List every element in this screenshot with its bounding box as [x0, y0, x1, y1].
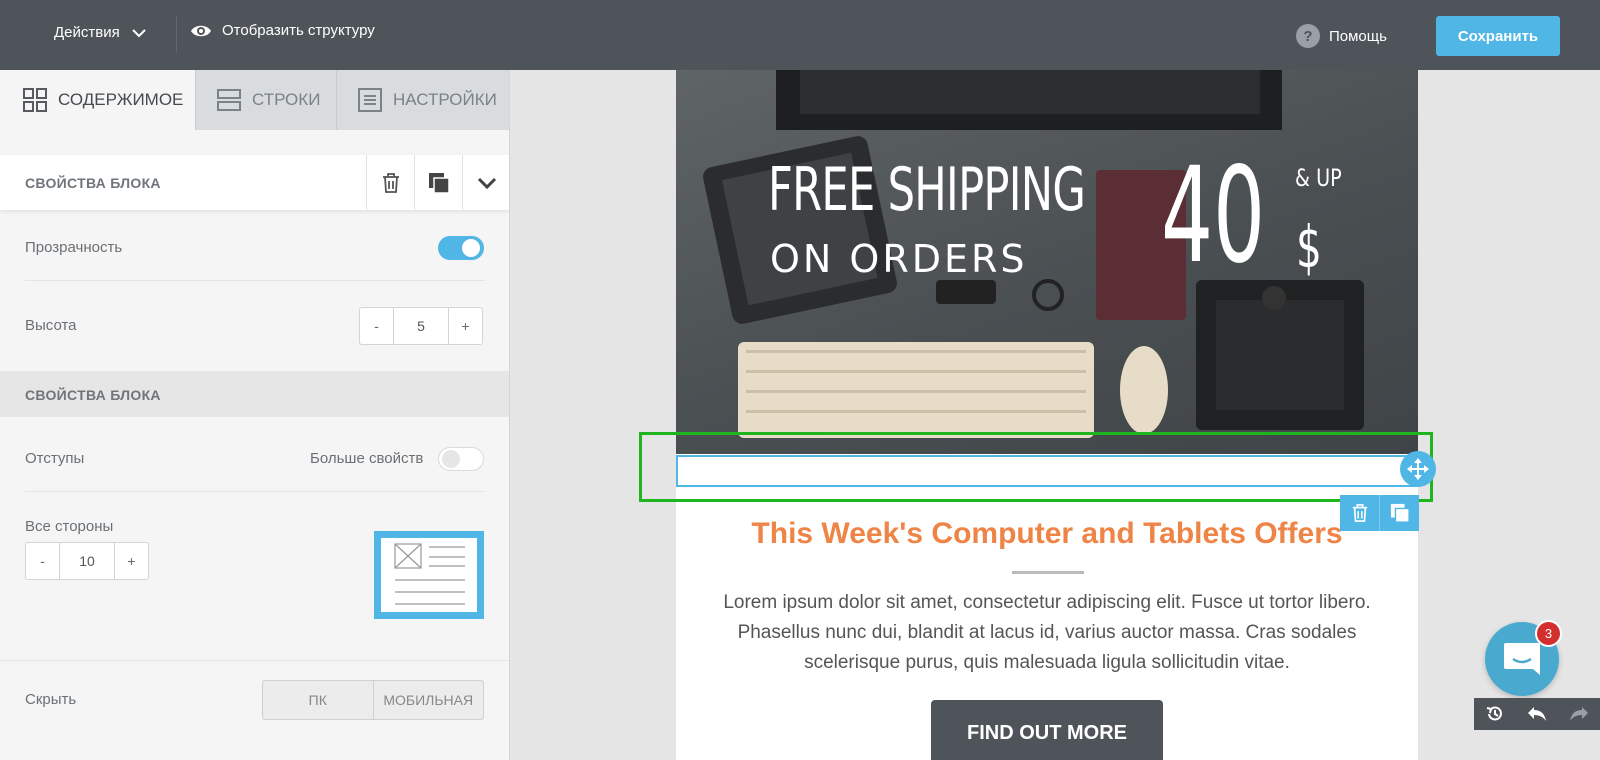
- hero-amount: 40: [1161, 139, 1266, 293]
- trash-icon: [1352, 504, 1367, 522]
- chat-unread-badge: 3: [1535, 620, 1562, 647]
- tab-settings[interactable]: НАСТРОЙКИ: [336, 70, 509, 130]
- padding-decrement-button[interactable]: -: [26, 543, 59, 579]
- toggle-knob: [462, 239, 480, 257]
- top-toolbar: Действия Отобразить структуру ? Помощь С…: [0, 0, 1600, 70]
- redo-button[interactable]: [1558, 698, 1600, 730]
- properties-panel: СОДЕРЖИМОЕ СТРОКИ НАСТРОЙКИ СВОЙСТВА БЛО…: [0, 70, 510, 760]
- hero-suffix: & UP: [1295, 164, 1342, 192]
- padding-preview-icon: [394, 543, 465, 605]
- padding-increment-button[interactable]: +: [115, 543, 148, 579]
- redo-icon: [1570, 707, 1588, 721]
- hero-currency: $: [1296, 213, 1322, 281]
- divider: [25, 491, 485, 492]
- hero-line-2: ON ORDERS: [770, 237, 1028, 281]
- hide-label: Скрыть: [25, 691, 77, 708]
- undo-button[interactable]: [1516, 698, 1558, 730]
- trash-icon: [382, 172, 399, 193]
- editor-canvas: FREE SHIPPING ON ORDERS 40 $ & UP This W…: [535, 70, 1600, 760]
- show-structure-label: Отобразить структуру: [222, 22, 375, 39]
- move-block-handle[interactable]: [1400, 451, 1436, 487]
- more-properties-label: Больше свойств: [310, 450, 424, 467]
- block-properties-header: СВОЙСТВА БЛОКА: [0, 155, 509, 210]
- height-decrement-button[interactable]: -: [360, 308, 393, 344]
- hide-desktop-option[interactable]: ПК: [263, 681, 373, 719]
- duplicate-icon: [1390, 503, 1410, 523]
- tab-content[interactable]: СОДЕРЖИМОЕ: [0, 70, 195, 130]
- hero-line-1: FREE SHIPPING: [768, 155, 1086, 225]
- title-divider: [1012, 571, 1084, 574]
- rows-icon: [217, 89, 241, 111]
- canvas-delete-button[interactable]: [1340, 495, 1379, 531]
- canvas-duplicate-button[interactable]: [1379, 495, 1419, 531]
- save-button[interactable]: Сохранить: [1436, 16, 1560, 56]
- help-icon: ?: [1296, 24, 1320, 48]
- actions-menu-button[interactable]: Действия: [54, 24, 146, 41]
- chat-icon: [1504, 643, 1540, 675]
- duplicate-block-button[interactable]: [414, 155, 462, 210]
- tab-settings-label: НАСТРОЙКИ: [393, 90, 497, 109]
- chevron-down-icon: [477, 177, 496, 189]
- block-properties-title: СВОЙСТВА БЛОКА: [25, 175, 161, 191]
- panel-tabs: СОДЕРЖИМОЕ СТРОКИ НАСТРОЙКИ: [0, 70, 509, 130]
- padding-label: Отступы: [25, 450, 85, 467]
- find-out-more-button[interactable]: FIND OUT MORE: [931, 700, 1163, 760]
- help-label: Помощь: [1329, 27, 1387, 45]
- hide-mobile-option[interactable]: МОБИЛЬНАЯ: [372, 681, 484, 719]
- email-body: FREE SHIPPING ON ORDERS 40 $ & UP This W…: [676, 70, 1418, 760]
- more-properties-toggle[interactable]: [438, 447, 484, 471]
- history-controls: [1474, 698, 1600, 730]
- move-icon: [1407, 458, 1429, 480]
- toolbar-divider: [176, 16, 177, 52]
- hero-image[interactable]: FREE SHIPPING ON ORDERS 40 $ & UP: [676, 70, 1418, 454]
- settings-icon: [358, 88, 382, 112]
- history-button[interactable]: [1474, 698, 1516, 730]
- height-stepper: - 5 +: [359, 307, 483, 345]
- undo-icon: [1528, 707, 1546, 721]
- padding-value[interactable]: 10: [59, 543, 115, 579]
- help-button[interactable]: ? Помощь: [1296, 24, 1387, 48]
- transparency-toggle[interactable]: [438, 236, 484, 260]
- all-sides-label: Все стороны: [25, 518, 114, 535]
- actions-label: Действия: [54, 24, 120, 41]
- show-structure-button[interactable]: Отобразить структуру: [190, 22, 375, 39]
- divider: [25, 280, 485, 281]
- selected-spacer-block[interactable]: [676, 455, 1418, 487]
- block-properties-section: СВОЙСТВА БЛОКА: [0, 371, 509, 417]
- eye-icon: [191, 25, 211, 36]
- tab-rows-label: СТРОКИ: [252, 90, 321, 109]
- height-increment-button[interactable]: +: [449, 308, 482, 344]
- tab-content-label: СОДЕРЖИМОЕ: [58, 90, 184, 109]
- chevron-down-icon: [132, 28, 146, 37]
- history-icon: [1486, 706, 1502, 721]
- delete-block-button[interactable]: [366, 155, 414, 210]
- block-tools: [1340, 495, 1419, 531]
- duplicate-icon: [428, 172, 450, 194]
- collapse-button[interactable]: [462, 155, 509, 210]
- transparency-label: Прозрачность: [25, 239, 123, 256]
- offer-title[interactable]: This Week's Computer and Tablets Offers: [676, 517, 1418, 551]
- hide-device-selector: ПК МОБИЛЬНАЯ: [262, 680, 484, 720]
- all-sides-stepper: - 10 +: [25, 542, 149, 580]
- divider: [0, 660, 509, 661]
- height-label: Высота: [25, 317, 77, 334]
- grid-icon: [23, 88, 47, 112]
- tab-rows[interactable]: СТРОКИ: [195, 70, 336, 130]
- toggle-knob: [442, 450, 460, 468]
- block-properties-title-2: СВОЙСТВА БЛОКА: [25, 387, 161, 403]
- height-value[interactable]: 5: [393, 308, 449, 344]
- offer-body-text[interactable]: Lorem ipsum dolor sit amet, consectetur …: [696, 588, 1398, 678]
- padding-preview: [374, 531, 484, 619]
